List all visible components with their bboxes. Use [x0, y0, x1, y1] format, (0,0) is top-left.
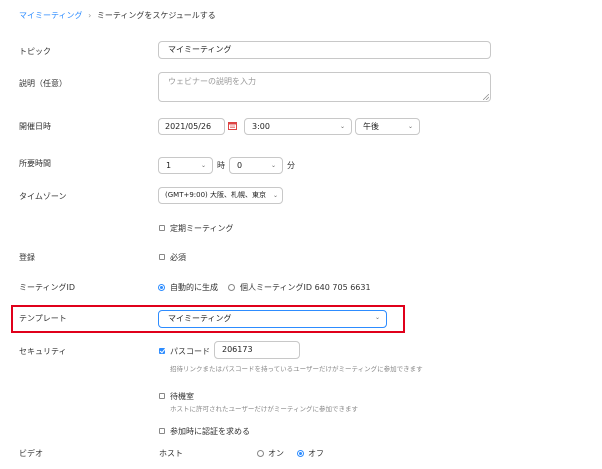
passcode-value: 206173: [222, 345, 253, 354]
video-host-label: ホスト: [159, 449, 183, 458]
recurring-label: 定期ミーティング: [170, 224, 234, 233]
duration-minutes-unit: 分: [287, 161, 295, 170]
date-input[interactable]: 2021/05/26: [158, 118, 225, 135]
description-placeholder: ウェビナーの説明を入力: [168, 77, 256, 86]
waiting-room-label: 待機室: [170, 392, 194, 401]
video-host-off-label: オフ: [308, 449, 324, 458]
video-label: ビデオ: [19, 449, 43, 458]
meeting-id-auto-label: 自動的に生成: [170, 283, 218, 292]
duration-label: 所要時間: [19, 159, 51, 168]
duration-minutes-value: 0: [237, 161, 243, 170]
registration-required-label: 必須: [170, 253, 186, 262]
meeting-id-personal-label: 個人ミーティングID 640 705 6631: [240, 283, 371, 292]
breadcrumb-current: ミーティングをスケジュールする: [96, 11, 216, 20]
duration-hours-value: 1: [166, 161, 172, 170]
calendar-icon[interactable]: [228, 122, 237, 130]
breadcrumb-separator: ›: [88, 11, 92, 20]
meeting-id-personal-radio[interactable]: [228, 284, 235, 291]
waiting-room-checkbox[interactable]: [159, 393, 165, 399]
time-value: 3:00: [252, 122, 270, 131]
breadcrumb: マイミーティング › ミーティングをスケジュールする: [19, 10, 216, 21]
timezone-select[interactable]: (GMT+9:00) 大阪、札幌、東京 ⌄: [158, 187, 283, 204]
registration-required-checkbox[interactable]: [159, 254, 165, 260]
chevron-down-icon: ⌄: [270, 161, 276, 169]
chevron-down-icon: ⌄: [271, 188, 278, 203]
date-value: 2021/05/26: [165, 122, 212, 131]
chevron-down-icon: ⌄: [374, 314, 380, 322]
chevron-down-icon: ⌄: [200, 161, 206, 169]
security-label: セキュリティ: [19, 347, 67, 356]
topic-input-value: マイミーティング: [168, 45, 232, 54]
timezone-label: タイムゾーン: [19, 192, 67, 201]
ampm-select[interactable]: 午後 ⌄: [355, 118, 420, 135]
template-value: マイミーティング: [168, 314, 232, 323]
chevron-down-icon: ⌄: [339, 122, 345, 130]
time-select[interactable]: 3:00 ⌄: [244, 118, 352, 135]
ampm-value: 午後: [363, 122, 379, 131]
datetime-label: 開催日時: [19, 122, 51, 131]
video-host-off-radio[interactable]: [297, 450, 304, 457]
topic-input[interactable]: マイミーティング: [158, 41, 491, 59]
passcode-note: 招待リンクまたはパスコードを持っているユーザーだけがミーティングに参加できます: [170, 365, 423, 373]
timezone-value: (GMT+9:00) 大阪、札幌、東京: [165, 191, 267, 199]
auth-checkbox[interactable]: [159, 428, 165, 434]
resize-handle-icon[interactable]: [483, 94, 489, 100]
registration-label: 登録: [19, 253, 35, 262]
topic-label: トピック: [19, 47, 51, 56]
description-textarea[interactable]: ウェビナーの説明を入力: [158, 72, 491, 102]
passcode-checkbox[interactable]: [159, 348, 165, 354]
duration-hours-unit: 時: [217, 161, 225, 170]
chevron-down-icon: ⌄: [407, 122, 413, 130]
video-host-on-radio[interactable]: [257, 450, 264, 457]
waiting-room-note: ホストに許可されたユーザーだけがミーティングに参加できます: [170, 405, 358, 413]
duration-hours-select[interactable]: 1 ⌄: [158, 157, 213, 174]
auth-label: 参加時に認証を求める: [170, 427, 250, 436]
passcode-label: パスコード: [170, 347, 210, 356]
recurring-checkbox[interactable]: [159, 225, 165, 231]
template-select[interactable]: マイミーティング ⌄: [158, 310, 387, 328]
meeting-id-auto-radio[interactable]: [158, 284, 165, 291]
video-host-on-label: オン: [268, 449, 284, 458]
duration-minutes-select[interactable]: 0 ⌄: [229, 157, 283, 174]
meeting-id-label: ミーティングID: [19, 283, 76, 292]
template-label: テンプレート: [19, 314, 67, 323]
description-label: 説明（任意）: [19, 79, 67, 88]
passcode-input[interactable]: 206173: [214, 341, 300, 359]
breadcrumb-my-meetings-link[interactable]: マイミーティング: [19, 11, 83, 20]
